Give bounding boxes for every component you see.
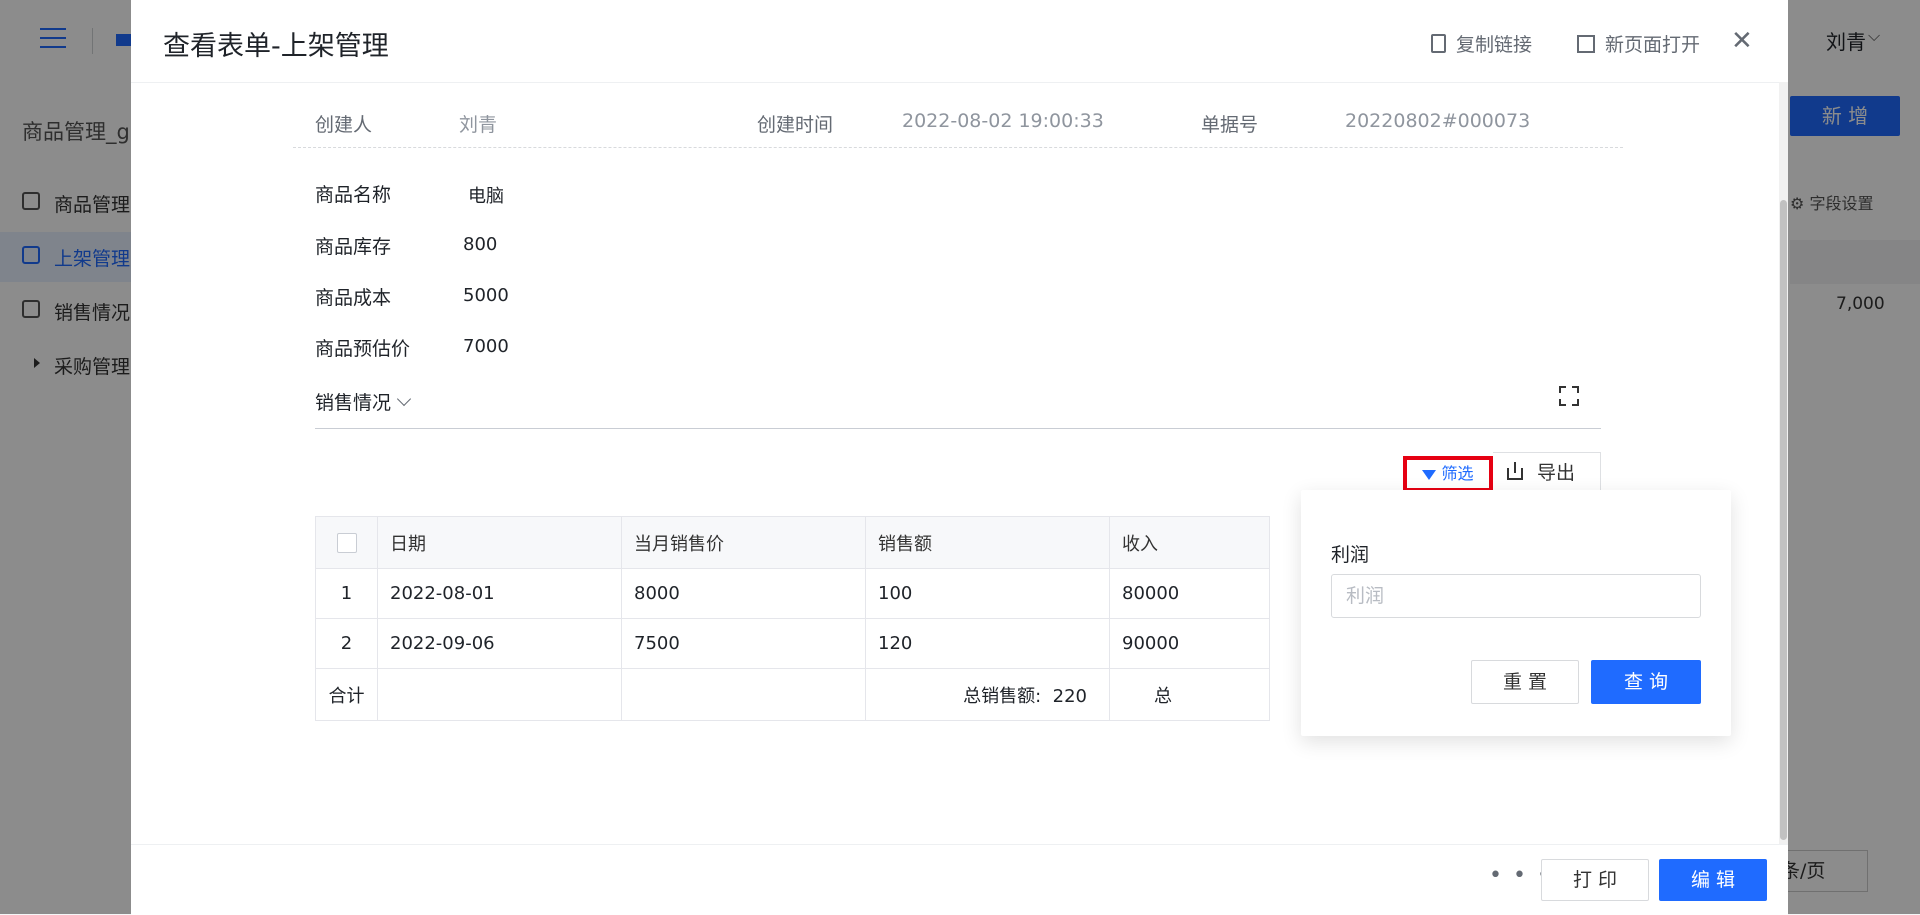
created-time-label: 创建时间 [757, 114, 834, 136]
modal-title: 查看表单-上架管理 [163, 31, 389, 62]
filter-button[interactable]: 筛选 [1403, 456, 1493, 492]
table-cell: 2022-09-06 [377, 618, 622, 669]
query-button[interactable]: 查 询 [1591, 660, 1701, 704]
row-index: 1 [315, 568, 378, 619]
filter-icon [1422, 470, 1437, 480]
open-new-page-button[interactable]: 新页面打开 [1577, 30, 1700, 57]
est-price-label: 商品预估价 [315, 338, 411, 360]
filter-label: 筛选 [1441, 464, 1474, 483]
external-link-icon [1577, 35, 1595, 53]
column-header[interactable]: 日期 [377, 516, 622, 569]
edit-button[interactable]: 编 辑 [1659, 859, 1767, 901]
upload-icon [1507, 462, 1523, 480]
table-row[interactable]: 2 2022-09-06 7500 120 90000 [315, 618, 1270, 669]
column-header[interactable]: 当月销售价 [621, 516, 866, 569]
meta-divider [293, 147, 1623, 148]
copy-link-button[interactable]: 复制链接 [1431, 30, 1532, 57]
profit-input[interactable] [1331, 574, 1701, 618]
table-total-row: 合计 总销售额: 220 总 [315, 668, 1270, 721]
total-income-cell: 总 [1109, 668, 1270, 721]
stock-label: 商品库存 [315, 236, 392, 258]
print-button[interactable]: 打 印 [1541, 859, 1649, 901]
view-form-modal: 查看表单-上架管理 复制链接 新页面打开 ✕ 创建人 刘青 创建时间 2022-… [131, 0, 1788, 915]
open-new-page-label: 新页面打开 [1605, 34, 1701, 56]
scrollbar-thumb[interactable] [1780, 200, 1787, 840]
table-cell: 80000 [1109, 568, 1270, 619]
section-divider [315, 428, 1601, 429]
table-cell: 8000 [621, 568, 866, 619]
cost-label: 商品成本 [315, 287, 392, 309]
table-header-row: 日期 当月销售价 销售额 收入 [315, 516, 1270, 569]
created-time-value: 2022-08-02 19:00:33 [902, 110, 1104, 132]
creator-label: 创建人 [315, 114, 373, 136]
table-cell: 100 [865, 568, 1110, 619]
product-name-label: 商品名称 [315, 184, 392, 206]
export-label: 导出 [1537, 462, 1576, 484]
sales-section-title: 销售情况 [315, 392, 392, 414]
copy-link-label: 复制链接 [1456, 34, 1533, 56]
creator-value: 刘青 [459, 114, 498, 136]
sales-section-toggle[interactable]: 销售情况 [315, 388, 412, 415]
column-header[interactable]: 收入 [1109, 516, 1270, 569]
table-cell [621, 668, 866, 721]
table-cell: 90000 [1109, 618, 1270, 669]
doc-no-value: 20220802#000073 [1345, 110, 1531, 132]
total-sales-value: 220 [1052, 685, 1087, 707]
table-cell: 2022-08-01 [377, 568, 622, 619]
table-row[interactable]: 1 2022-08-01 8000 100 80000 [315, 568, 1270, 619]
chevron-down-icon [396, 391, 412, 407]
stock-value: 800 [463, 234, 498, 255]
total-label: 合计 [315, 668, 378, 721]
column-header[interactable]: 销售额 [865, 516, 1110, 569]
cost-value: 5000 [463, 285, 509, 306]
row-index: 2 [315, 618, 378, 669]
export-button[interactable]: 导出 [1493, 452, 1601, 494]
profit-field-label: 利润 [1331, 544, 1370, 566]
filter-popover: 利润 重 置 查 询 [1301, 490, 1731, 736]
select-all-cell [315, 516, 378, 569]
table-cell [377, 668, 622, 721]
total-sales-cell: 总销售额: 220 [865, 668, 1110, 721]
total-sales-label: 总销售额: [963, 685, 1042, 707]
close-icon[interactable]: ✕ [1731, 26, 1753, 56]
table-cell: 120 [865, 618, 1110, 669]
select-all-checkbox[interactable] [336, 533, 357, 553]
table-cell: 7500 [621, 618, 866, 669]
est-price-value: 7000 [463, 336, 509, 357]
modal-footer: • • • 打 印 编 辑 [131, 844, 1788, 915]
product-name-value: 电脑 [468, 186, 504, 207]
doc-no-label: 单据号 [1201, 114, 1259, 136]
fullscreen-icon[interactable] [1559, 386, 1579, 406]
copy-icon [1431, 34, 1446, 53]
sales-table: 日期 当月销售价 销售额 收入 1 2022-08-01 8000 100 80… [315, 516, 1270, 721]
reset-button[interactable]: 重 置 [1471, 660, 1579, 704]
